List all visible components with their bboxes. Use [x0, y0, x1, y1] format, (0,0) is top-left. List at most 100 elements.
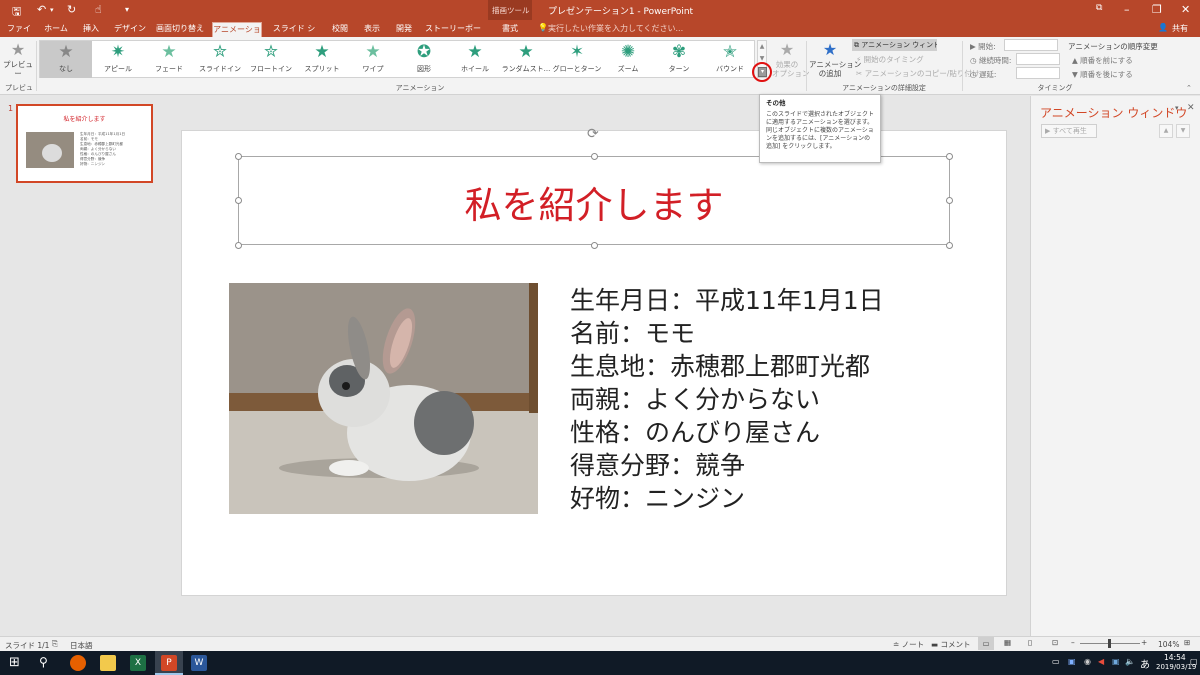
- move-up-icon[interactable]: ▲: [1159, 124, 1173, 138]
- resize-handle[interactable]: [946, 197, 953, 204]
- close-icon[interactable]: ✕: [1181, 3, 1190, 16]
- anim-swivel[interactable]: ✾ ターン: [653, 41, 705, 78]
- undo-dropdown-icon[interactable]: ▾: [50, 6, 54, 14]
- tab-slideshow[interactable]: スライド ショー: [270, 22, 318, 46]
- spellcheck-icon[interactable]: ⎘: [52, 639, 58, 649]
- tab-design[interactable]: デザイン: [112, 22, 148, 37]
- zoom-level[interactable]: 104%: [1158, 640, 1179, 649]
- animation-painter-button[interactable]: ✂ アニメーションのコピー/貼り付け: [856, 68, 979, 79]
- slide-title[interactable]: 私を紹介します: [239, 175, 949, 229]
- effect-options-button[interactable]: ★ 効果の オプション: [772, 40, 810, 78]
- anim-wipe[interactable]: ★ ワイプ: [347, 41, 399, 78]
- tray-overflow-icon[interactable]: ▭: [1052, 657, 1060, 666]
- play-all-button[interactable]: ▶ すべて再生: [1041, 124, 1097, 138]
- tab-storyboard[interactable]: ストーリーボード: [424, 22, 482, 46]
- tray-app-icon[interactable]: ◉: [1084, 657, 1091, 666]
- start-dropdown[interactable]: [1004, 39, 1058, 51]
- anim-shape[interactable]: ✪ 図形: [398, 41, 450, 78]
- touch-mode-icon[interactable]: ☝: [95, 3, 102, 16]
- anim-random-bars[interactable]: ★ ランダムスト...: [500, 41, 552, 78]
- tab-file[interactable]: ファイル: [4, 22, 34, 46]
- clock-time[interactable]: 14:54: [1164, 653, 1186, 662]
- move-down-icon[interactable]: ▼: [1176, 124, 1190, 138]
- tab-format[interactable]: 書式: [494, 22, 526, 37]
- firefox-icon[interactable]: [70, 655, 86, 671]
- volume-icon[interactable]: 🔈: [1125, 657, 1135, 666]
- anim-wheel[interactable]: ★ ホイール: [449, 41, 501, 78]
- duration-spinner[interactable]: [1016, 53, 1060, 65]
- add-animation-button[interactable]: ★ アニメーション の追加: [809, 40, 861, 78]
- tray-app-icon[interactable]: ▣: [1112, 657, 1120, 666]
- tab-animations[interactable]: アニメーション: [212, 22, 262, 47]
- move-later-button[interactable]: ▼ 順番を後にする: [1072, 69, 1133, 80]
- slide-body-text[interactable]: 生年月日：平成11年1月1日 名前：モモ 生息地：赤穂郡上郡町光都 両親：よく分…: [570, 284, 884, 515]
- restore-icon[interactable]: ❐: [1152, 3, 1162, 16]
- customize-qat-icon[interactable]: ▾: [125, 5, 129, 14]
- tab-transitions[interactable]: 画面切り替え: [156, 22, 204, 37]
- anim-grow-turn[interactable]: ✶ グローとターン: [551, 41, 603, 78]
- undo-icon[interactable]: ↶: [37, 3, 46, 16]
- rabbit-photo[interactable]: [229, 283, 538, 514]
- zoom-in-icon[interactable]: +: [1141, 638, 1147, 647]
- slide-sorter-icon[interactable]: ▦: [1004, 638, 1011, 647]
- tray-app-icon[interactable]: ▣: [1068, 657, 1076, 666]
- tell-me-box[interactable]: 実行したい作業を入力してください...: [548, 23, 683, 34]
- pane-options-icon[interactable]: ▾: [1175, 104, 1179, 112]
- fit-slide-icon[interactable]: ⊞: [1184, 638, 1190, 647]
- anim-appear[interactable]: ✷ アピール: [92, 41, 144, 78]
- notification-icon[interactable]: ▢: [1190, 657, 1198, 666]
- animation-pane-button[interactable]: ⧉ アニメーション ウィンドウ: [852, 39, 937, 51]
- reading-view-icon[interactable]: ▯: [1028, 638, 1032, 647]
- word-icon[interactable]: W: [191, 655, 207, 671]
- anim-split[interactable]: ★ スプリット: [296, 41, 348, 78]
- tab-home[interactable]: ホーム: [42, 22, 70, 37]
- rotate-handle-icon[interactable]: ⟳: [587, 126, 599, 142]
- share-button[interactable]: 共有: [1172, 23, 1188, 34]
- delay-spinner[interactable]: [1016, 67, 1060, 79]
- trigger-button[interactable]: ⚡ 開始のタイミング: [856, 54, 924, 65]
- slide-thumbnail[interactable]: 私を紹介します 生年月日：平成11年1月1日 名前：モモ 生息地：赤穂郡上郡町光…: [16, 104, 153, 183]
- move-earlier-button[interactable]: ▲ 順番を前にする: [1072, 55, 1133, 66]
- anim-bounce[interactable]: ✭ バウンド: [704, 41, 756, 78]
- tab-review[interactable]: 校閲: [328, 22, 352, 37]
- resize-handle[interactable]: [591, 153, 598, 160]
- tab-developer[interactable]: 開発: [392, 22, 416, 37]
- normal-view-icon[interactable]: ▭: [978, 637, 994, 650]
- redo-icon[interactable]: ↻: [67, 3, 76, 16]
- scroll-up-icon[interactable]: ▲: [758, 41, 766, 53]
- anim-zoom[interactable]: ✺ ズーム: [602, 41, 654, 78]
- slideshow-icon[interactable]: ⊡: [1052, 638, 1058, 647]
- resize-handle[interactable]: [591, 242, 598, 249]
- resize-handle[interactable]: [946, 153, 953, 160]
- resize-handle[interactable]: [235, 197, 242, 204]
- tray-app-icon[interactable]: ◀: [1098, 657, 1104, 666]
- excel-icon[interactable]: X: [130, 655, 146, 671]
- share-icon[interactable]: 👤: [1158, 23, 1168, 32]
- comments-button[interactable]: ▬ コメント: [931, 639, 970, 650]
- tab-view[interactable]: 表示: [360, 22, 384, 37]
- more-gallery-button[interactable]: ▾: [758, 67, 767, 77]
- powerpoint-icon[interactable]: P: [161, 655, 177, 671]
- notes-button[interactable]: ≐ ノート: [893, 639, 924, 650]
- pane-close-icon[interactable]: ✕: [1187, 103, 1195, 113]
- zoom-out-icon[interactable]: –: [1071, 638, 1075, 647]
- language-indicator[interactable]: 日本語: [70, 640, 93, 651]
- minimize-icon[interactable]: –: [1124, 3, 1130, 16]
- file-explorer-icon[interactable]: [100, 655, 116, 671]
- resize-handle[interactable]: [946, 242, 953, 249]
- anim-none[interactable]: ★ なし: [40, 41, 92, 78]
- preview-button[interactable]: ★ プレビュー: [2, 40, 34, 78]
- anim-fly-in[interactable]: ✮ スライドイン: [194, 41, 246, 78]
- windows-start-icon[interactable]: ⊞: [9, 655, 20, 670]
- anim-fade[interactable]: ★ フェード: [143, 41, 195, 78]
- collapse-ribbon-icon[interactable]: ⌃: [1186, 84, 1192, 92]
- resize-handle[interactable]: [235, 242, 242, 249]
- anim-float-in[interactable]: ✮ フロートイン: [245, 41, 297, 78]
- resize-handle[interactable]: [235, 153, 242, 160]
- ribbon-display-icon[interactable]: ⧉: [1096, 3, 1102, 13]
- search-icon[interactable]: ⚲: [39, 655, 48, 669]
- ime-indicator[interactable]: あ: [1140, 656, 1150, 671]
- tab-insert[interactable]: 挿入: [78, 22, 104, 37]
- title-placeholder[interactable]: 私を紹介します: [238, 156, 950, 245]
- zoom-slider-thumb[interactable]: [1108, 639, 1111, 648]
